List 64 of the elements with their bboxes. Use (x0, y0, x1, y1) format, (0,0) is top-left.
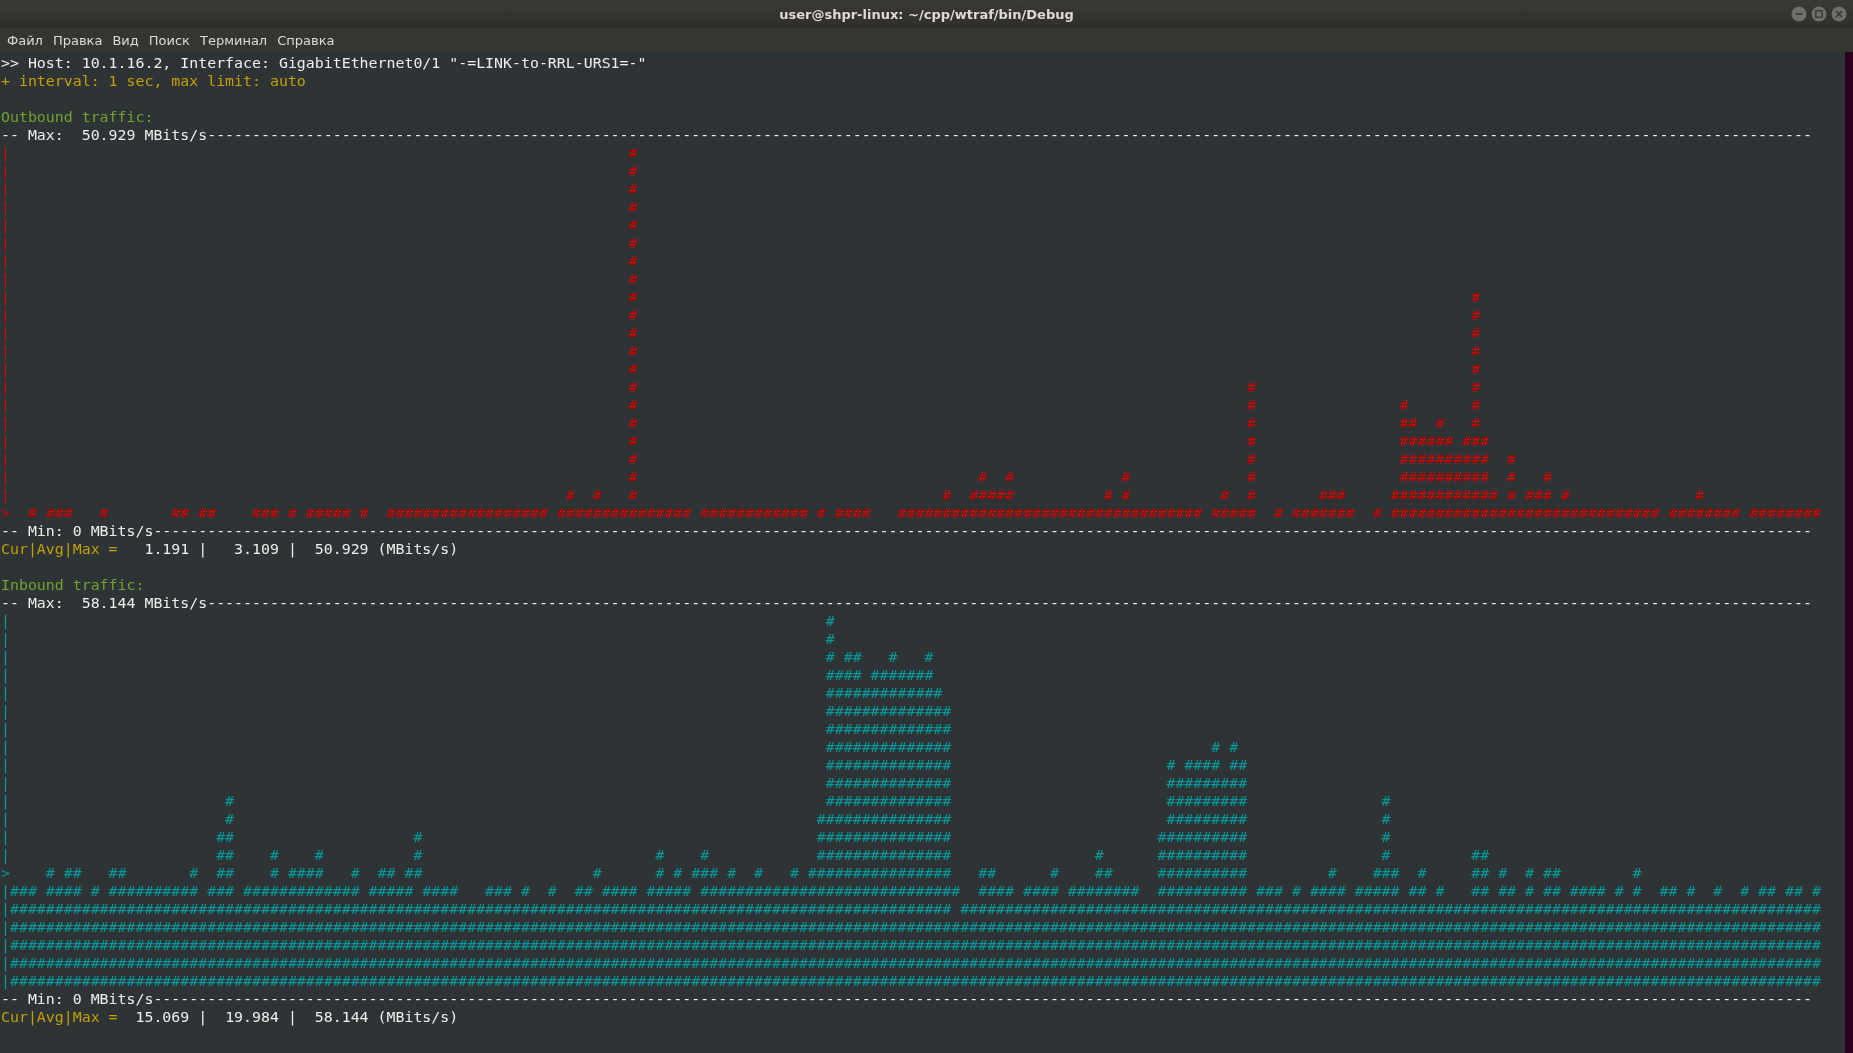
graph-row: | # # ########## # (1, 450, 1517, 468)
graph-row: | # (1, 198, 638, 216)
graph-row: | ############## # #### ## (1, 756, 1248, 774)
graph-row: | # (1, 630, 835, 648)
graph-row: | # ############## ######### # (1, 792, 1391, 810)
terminal-line: >> Host: 10.1.16.2, Interface: GigabitEthernet0/1 "-=LINK-to-RRL-URS1=-" (1, 54, 647, 72)
stats-values: 1.191 | 3.109 | 50.929 (MBits/s) (143, 540, 459, 558)
graph-row: | # # ###### ### (1, 432, 1490, 450)
graph-row: |########################################################################################################################################################################################################## (1, 972, 1821, 990)
scale-line: -- Min: 0 MBits/s----------------------------------------------------------------------------------------------------------------------------------------------------------------------------------------- (1, 990, 1812, 1008)
stats-values: 15.069 | 19.984 | 58.144 (MBits/s) (134, 1008, 459, 1026)
graph-row: | # (1, 162, 638, 180)
graph-row: | ############## # # (1, 738, 1239, 756)
graph-row: | # # # # # ########## # # (1, 468, 1552, 486)
menu-item[interactable]: Справка (272, 30, 340, 50)
graph-row: | #### ####### (1, 666, 934, 684)
menu-item[interactable]: Вид (107, 30, 144, 50)
graph-row: | ############## (1, 702, 952, 720)
graph-row: |######################################################################################################### ################################################################################################ (1, 900, 1821, 918)
graph-row: | # ## # # (1, 648, 934, 666)
graph-row: | ## # ############### ########## # (1, 828, 1391, 846)
graph-row: | # # # # (1, 396, 1481, 414)
graph-row: | # # # # ##### # # # # ### ############ # ### # # (1, 486, 1705, 504)
graph-row: |########################################################################################################################################################################################################## (1, 936, 1821, 954)
stats-label: Cur|Avg|Max = (1, 1008, 118, 1026)
terminal-line: + interval: 1 sec, max limit: auto (1, 72, 306, 90)
graph-row: | # (1, 234, 638, 252)
graph-row: | # (1, 216, 638, 234)
graph-row: | ############## (1, 720, 952, 738)
graph-row: | ############# (1, 684, 943, 702)
minimize-icon[interactable] (1791, 6, 1807, 22)
graph-row: | # # (1, 306, 1481, 324)
graph-row: | # (1, 270, 638, 288)
scale-line: -- Max: 58.144 MBits/s----------------------------------------------------------------------------------------------------------------------------------------------------------------------------------- (1, 594, 1812, 612)
graph-row: | # # (1, 324, 1481, 342)
graph-row: |########################################################################################################################################################################################################## (1, 918, 1821, 936)
graph-row: | # (1, 612, 835, 630)
graph-row: | # (1, 144, 638, 162)
graph-row: | ############## ######### (1, 774, 1248, 792)
graph-row: | # # (1, 288, 1481, 306)
menu-item[interactable]: Поиск (143, 30, 195, 50)
section-heading: Outbound traffic: (1, 108, 154, 126)
graph-row: |########################################################################################################################################################################################################## (1, 954, 1821, 972)
graph-row: | # # ## # # (1, 414, 1481, 432)
stats-label: Cur|Avg|Max = (1, 540, 118, 558)
maximize-icon[interactable] (1811, 6, 1827, 22)
graph-row: > # ## ## # ## # #### # ## ## # # # ### # # # ################ ## # ## ########## # ### # ## # # ## # (1, 864, 1642, 882)
graph-row: | # # (1, 360, 1481, 378)
menu-item[interactable]: Терминал (194, 30, 273, 50)
graph-row: | # # (1, 342, 1481, 360)
menu-item[interactable]: Файл (2, 30, 48, 50)
graph-row: |### #### # ########## ### ############# ##### #### ### # # ## #### ##### ############################# #### #### ######## ########## ### # #### ##### ## # ## ## # ## #### # # ## # # # ## ## # (1, 882, 1821, 900)
scale-line: -- Min: 0 MBits/s----------------------------------------------------------------------------------------------------------------------------------------------------------------------------------------- (1, 522, 1812, 540)
graph-row: | # # # (1, 378, 1481, 396)
section-heading: Inbound traffic: (1, 576, 145, 594)
graph-row: | # (1, 252, 638, 270)
graph-row: | # ############### ######### # (1, 810, 1391, 828)
graph-row: > # ### # ## ## ### # ##### # ################## ############### ############ # #### ################################## ##### # ####### # ############################## ######## ######## (1, 504, 1821, 522)
scale-line: -- Max: 50.929 MBits/s----------------------------------------------------------------------------------------------------------------------------------------------------------------------------------- (1, 126, 1812, 144)
window-title: user@shpr-linux: ~/cpp/wtraf/bin/Debug (779, 6, 1074, 22)
close-icon[interactable] (1831, 6, 1847, 22)
menu-item[interactable]: Правка (47, 30, 108, 50)
graph-row: | # (1, 180, 638, 198)
graph-row: | ## # # # # # ############### # ########## # ## (1, 846, 1490, 864)
